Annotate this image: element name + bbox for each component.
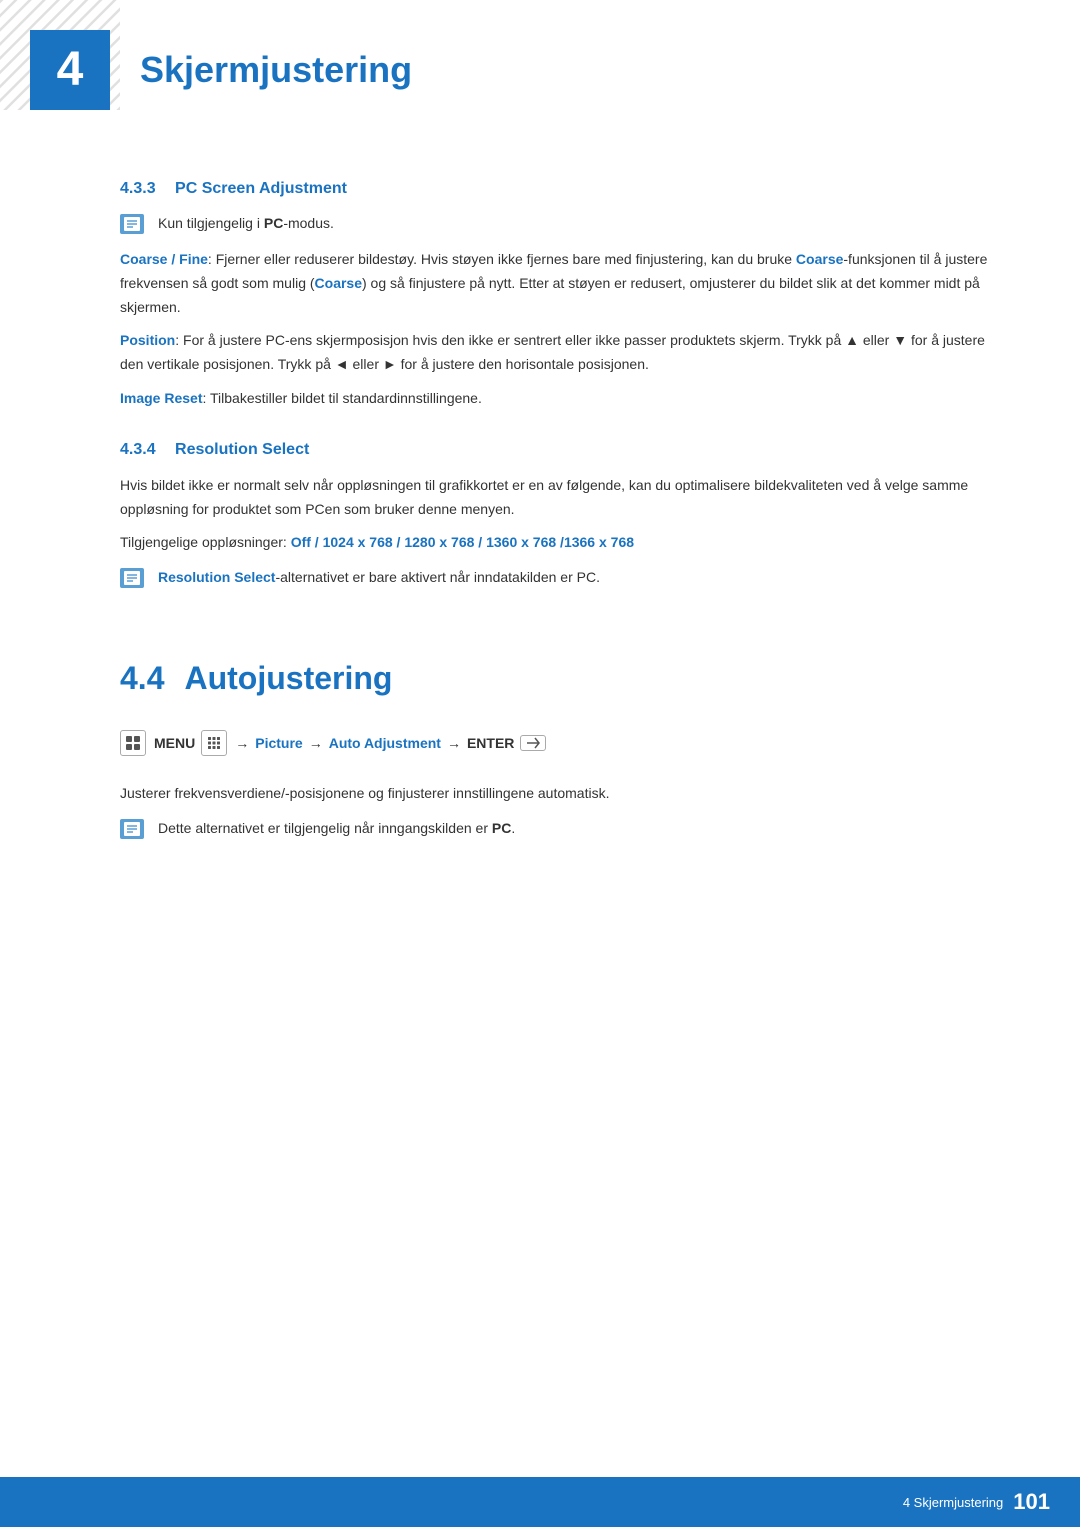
enter-bold: ENTER <box>467 735 514 751</box>
section-44-num: 4.4 <box>120 660 164 697</box>
section-433-note: Kun tilgjengelig i PC-modus. <box>120 213 1000 236</box>
content-area: 4.3.3 PC Screen Adjustment Kun tilgjenge… <box>0 130 1080 931</box>
chapter-header: 4 Skjermjustering <box>0 0 1080 130</box>
enter-arrow-svg <box>526 737 540 749</box>
picture-label: Picture <box>255 735 302 751</box>
res-off: Off <box>291 534 311 550</box>
chapter-number: 4 <box>57 46 84 94</box>
coarse-fine-label: Coarse / Fine <box>120 251 208 267</box>
section-44-note-text: Dette alternativet er tilgjengelig når i… <box>158 818 515 839</box>
res-sep4: / <box>556 534 564 550</box>
enter-icon-box <box>520 735 546 751</box>
footer-page-number: 101 <box>1013 1489 1050 1515</box>
grid-svg-icon <box>207 736 221 750</box>
image-reset-label: Image Reset <box>120 390 202 406</box>
coarse2-label: Coarse <box>315 275 362 291</box>
res-sep1: / <box>311 534 323 550</box>
menu-path: MENU → Picture → <box>120 722 1000 764</box>
auto-adj-label: Auto Adjustment <box>329 735 441 751</box>
position-label: Position <box>120 332 175 348</box>
res-1024: 1024 x 768 <box>323 534 393 550</box>
coarse-fine-para: Coarse / Fine: Fjerner eller reduserer b… <box>120 248 1000 319</box>
menu-arrow-2: → <box>309 735 323 751</box>
resolution-para1: Hvis bildet ikke er normalt selv når opp… <box>120 474 1000 522</box>
section-434-note-text: Resolution Select-alternativet er bare a… <box>158 567 600 588</box>
section-434-heading: 4.3.4 Resolution Select <box>120 441 1000 459</box>
section-44-title: Autojustering <box>184 660 392 697</box>
section-44-note: Dette alternativet er tilgjengelig når i… <box>120 818 1000 841</box>
page-wrapper: 4 Skjermjustering 4.3.3 PC Screen Adjust… <box>0 0 1080 1527</box>
res-1360: 1360 x 768 <box>486 534 556 550</box>
section-433-heading: 4.3.3 PC Screen Adjustment <box>120 180 1000 198</box>
chapter-number-box: 4 <box>30 30 110 110</box>
image-reset-para: Image Reset: Tilbakestiller bildet til s… <box>120 387 1000 411</box>
auto-adj-para1: Justerer frekvensverdiene/-posisjonene o… <box>120 782 1000 806</box>
note-icon-433 <box>120 214 148 236</box>
pc-bold-433: PC <box>264 215 283 231</box>
pc-bold-44: PC <box>492 820 511 836</box>
section-44-header: 4.4 Autojustering <box>120 660 1000 697</box>
res-sep2: / <box>393 534 405 550</box>
position-para: Position: For å justere PC-ens skjermpos… <box>120 329 1000 377</box>
resolution-select-note-bold: Resolution Select <box>158 569 275 585</box>
section-433-label: PC Screen Adjustment <box>175 180 347 197</box>
footer-section-label: 4 Skjermjustering <box>903 1495 1003 1510</box>
section-433-num: 4.3.3 <box>120 180 156 197</box>
menu-label: MENU <box>154 735 195 751</box>
note-icon-44 <box>120 819 148 841</box>
section-434-note: Resolution Select-alternativet er bare a… <box>120 567 1000 590</box>
page-footer: 4 Skjermjustering 101 <box>0 1477 1080 1527</box>
chapter-title: Skjermjustering <box>140 49 412 91</box>
chapter-header-inner: 4 Skjermjustering <box>0 30 1080 110</box>
section-434-label: Resolution Select <box>175 441 309 458</box>
res-1366: 1366 x 768 <box>564 534 634 550</box>
res-sep3: / <box>474 534 486 550</box>
menu-icon <box>120 730 146 756</box>
menu-svg-icon <box>125 735 141 751</box>
section-434-num: 4.3.4 <box>120 441 156 458</box>
menu-grid-icon-box <box>201 730 227 756</box>
section-434: 4.3.4 Resolution Select Hvis bildet ikke… <box>120 441 1000 590</box>
section-44: 4.4 Autojustering MENU <box>120 640 1000 841</box>
resolutions-line: Tilgjengelige oppløsninger: Off / 1024 x… <box>120 531 1000 555</box>
menu-arrow-3: → <box>447 735 461 751</box>
section-433: 4.3.3 PC Screen Adjustment Kun tilgjenge… <box>120 180 1000 411</box>
menu-arrow-1: → <box>235 735 249 751</box>
section-433-note-text: Kun tilgjengelig i PC-modus. <box>158 213 334 234</box>
coarse-func-label: Coarse <box>796 251 843 267</box>
note-icon-434 <box>120 568 148 590</box>
res-1280: 1280 x 768 <box>404 534 474 550</box>
